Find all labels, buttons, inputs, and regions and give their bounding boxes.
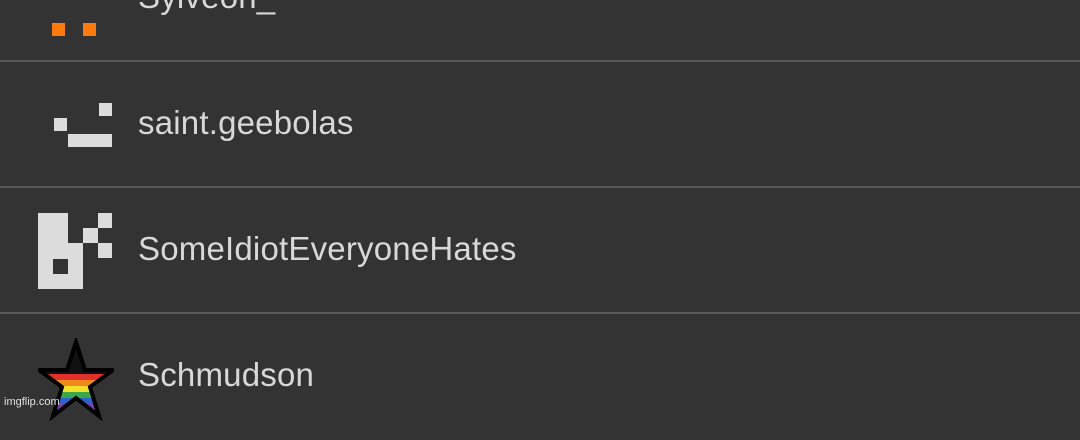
watermark-label: imgflip.com (4, 396, 60, 408)
username-label: Schmudson (138, 353, 314, 397)
gray-pixel-identicon-icon (36, 87, 112, 163)
user-list: Sylveon_ saint.geebolas SomeIdiotEveryon (0, 0, 1080, 440)
list-item-user[interactable]: Schmudson (0, 314, 1080, 440)
username-label: Sylveon_ (138, 0, 275, 19)
username-label: saint.geebolas (138, 101, 354, 145)
list-item-user[interactable]: Sylveon_ (0, 0, 1080, 62)
rainbow-star-icon (38, 338, 114, 422)
username-label: SomeIdiotEveryoneHates (138, 227, 517, 271)
gray-pixel-identicon-icon (36, 213, 112, 289)
list-item-user[interactable]: saint.geebolas (0, 62, 1080, 188)
list-item-user[interactable]: SomeIdiotEveryoneHates (0, 188, 1080, 314)
orange-pixel-identicon-icon (36, 0, 112, 37)
